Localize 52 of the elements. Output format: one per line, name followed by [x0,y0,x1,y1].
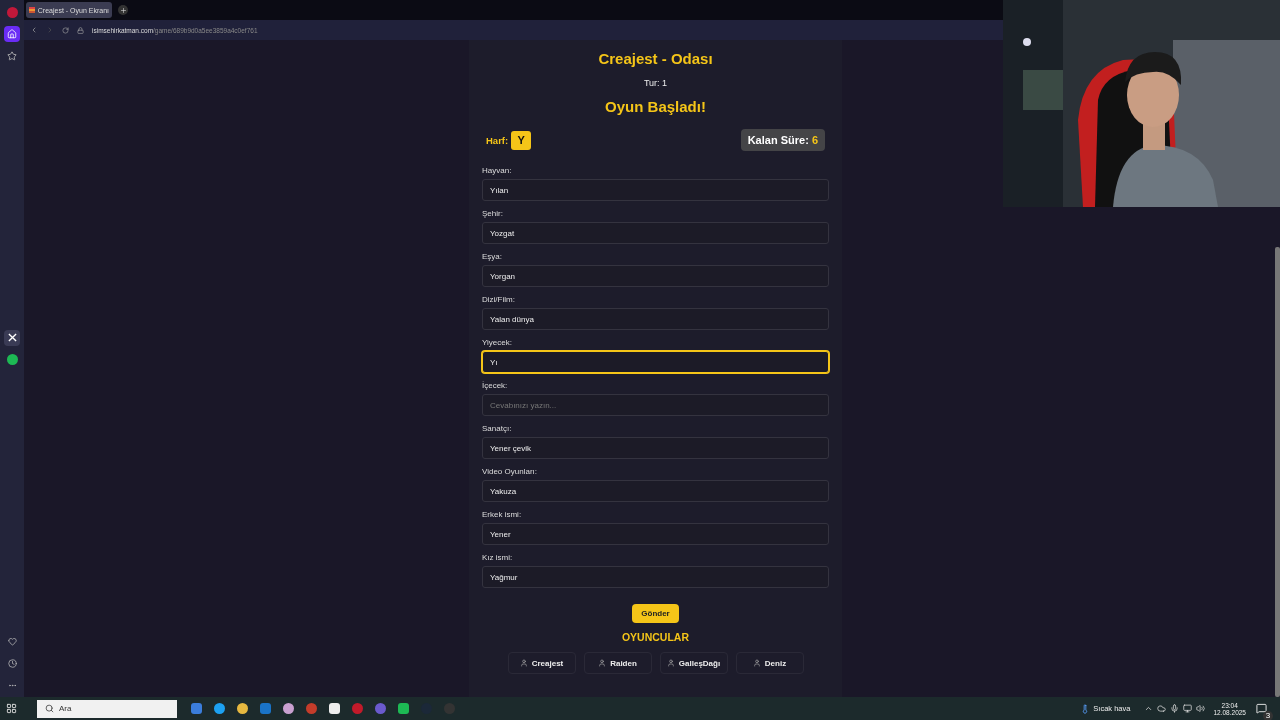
user-icon [598,659,607,667]
home-icon[interactable] [4,26,20,42]
x-icon[interactable] [4,329,20,346]
field-label: Eşya: [482,252,503,261]
round-text: Tur: 1 [643,78,668,88]
answer-field[interactable]: Yalan dünya [482,308,829,330]
scrollbar-thumb[interactable] [1275,247,1280,697]
microphone-icon[interactable] [1170,704,1180,713]
player-card: GalleşDağı [659,652,728,674]
reload-icon[interactable] [62,26,69,34]
search-icon [45,704,54,713]
answer-field[interactable]: Yılan [482,179,829,201]
field-label: Sanatçı: [482,424,513,433]
answer-field[interactable]: Yağmur [482,566,829,588]
user-icon [752,659,761,667]
letter-label: Harf: [486,134,509,146]
room-title: Creajest - Odası [598,50,713,67]
answer-field[interactable]: Yorgan [482,265,829,287]
search-field[interactable]: Ara [37,699,177,718]
player-card: Raiden [583,652,652,674]
user-icon [519,659,528,667]
field-label: Yiyecek: [482,338,513,347]
time-left: Kalan Süre: 6 [740,129,825,151]
field-label: İçecek: [482,381,509,390]
answer-field[interactable]: Yener çevik [482,437,829,459]
new-tab-icon[interactable] [118,5,128,15]
field-label: Hayvan: [482,166,513,175]
start-icon[interactable] [6,703,17,714]
answer-field[interactable]: Cevabınızı yazın... [482,394,829,416]
submit-button[interactable]: Gönder [632,604,679,623]
answer-field[interactable]: Yakuza [482,480,829,502]
answer-field[interactable]: Yozgat [482,222,829,244]
notification-count: 3 [1263,710,1273,720]
answer-field[interactable]: Yı [482,351,829,373]
letter-badge: Y [511,130,532,150]
back-icon[interactable] [30,26,38,34]
field-label: Dizi/Film: [482,295,516,304]
display-icon[interactable] [1183,704,1193,713]
lock-icon [77,26,84,34]
notification-icon[interactable] [1255,703,1267,714]
answer-field[interactable]: Yener [482,523,829,545]
speaker-icon[interactable] [1196,704,1206,713]
field-label: Kız ismi: [482,553,514,562]
player-card: Creajest [507,652,576,674]
player-card: Deniz [735,652,804,674]
user-icon [666,659,675,667]
field-label: Erkek ismi: [482,510,523,519]
field-label: Şehir: [482,209,504,218]
players-title: OYUNCULAR [621,631,690,643]
cloud-icon[interactable] [1157,704,1167,713]
field-label: Video Oyunları: [482,467,538,476]
game-status: Oyun Başladı! [605,98,706,115]
